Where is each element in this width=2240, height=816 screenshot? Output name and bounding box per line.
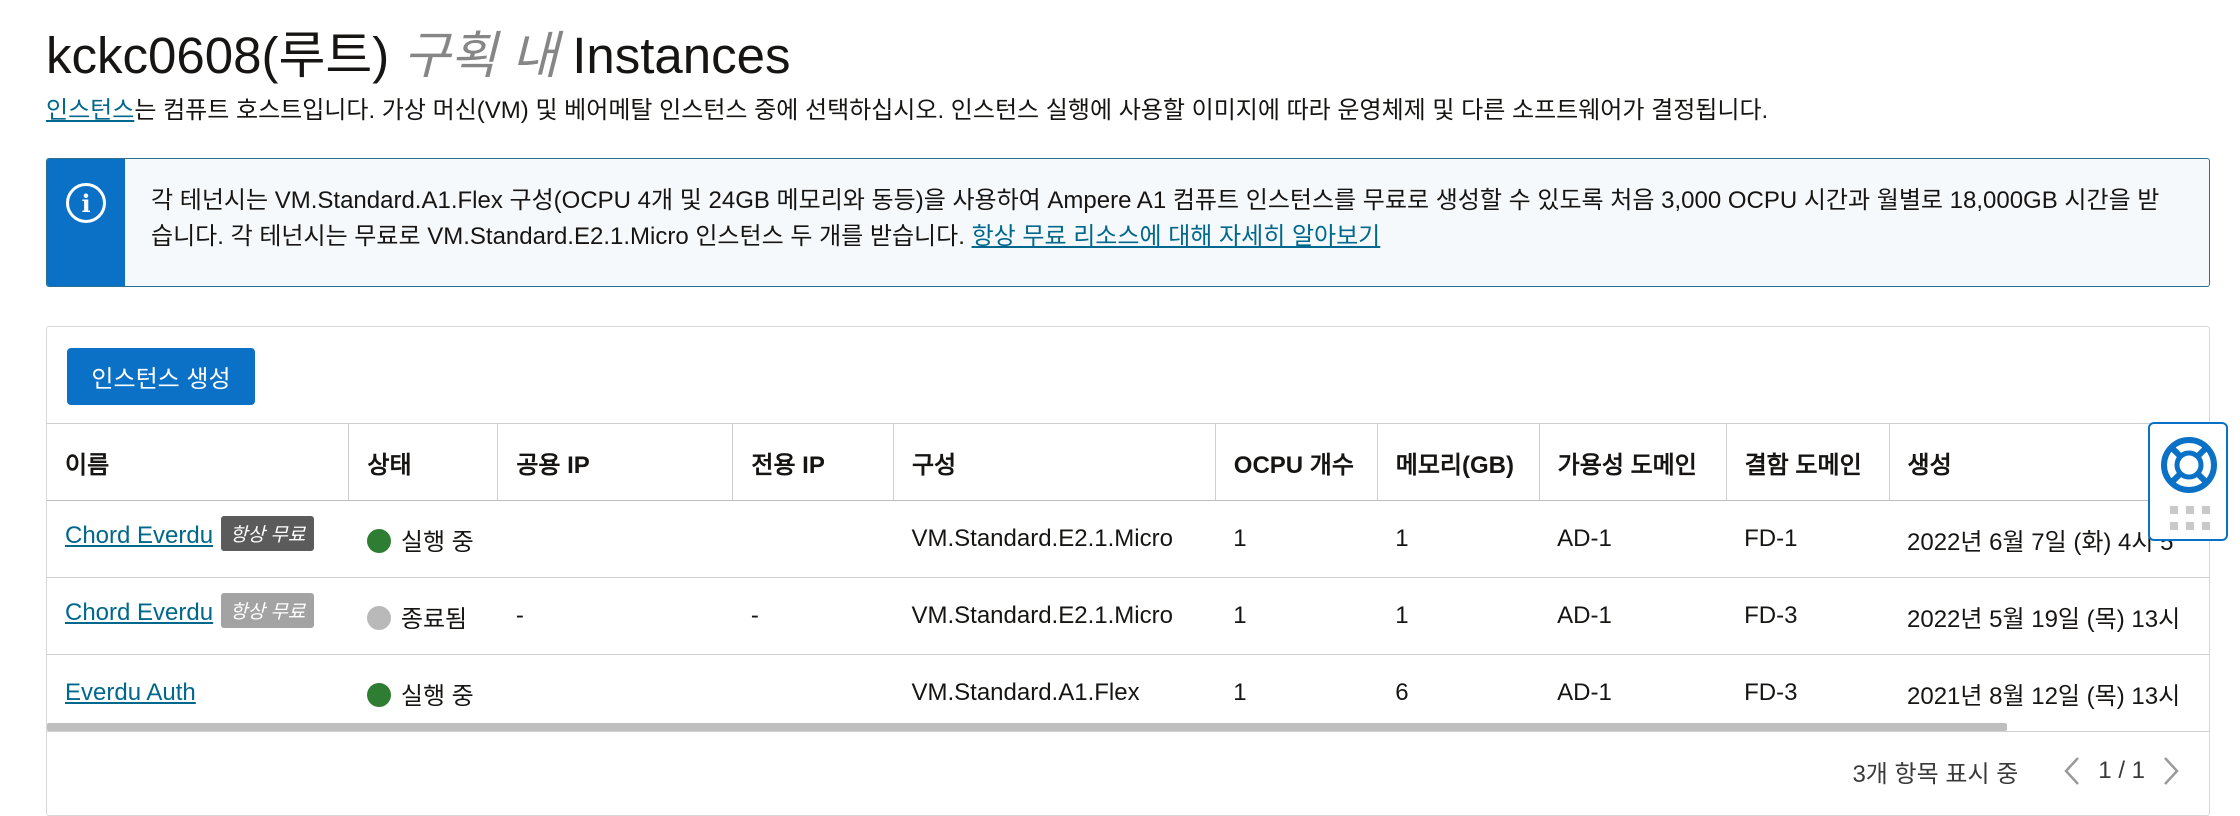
always-free-badge: 항상 무료: [221, 592, 315, 628]
fault-domain-cell: FD-1: [1726, 500, 1889, 578]
shape-cell: VM.Standard.E2.1.Micro: [893, 577, 1216, 655]
instance-state: 실행 중: [400, 528, 474, 556]
instance-state-cell: 실행 중: [348, 500, 498, 578]
created-cell: 2021년 8월 12일 (목) 13시: [1889, 654, 2209, 732]
ocpu-cell: 1: [1215, 500, 1378, 578]
running-status-icon: [366, 683, 391, 708]
instance-state: 종료됨: [400, 605, 468, 633]
always-free-badge: 항상 무료: [221, 515, 315, 551]
chevron-left-icon: [2064, 757, 2080, 785]
column-header-availability-domain[interactable]: 가용성 도메인: [1539, 423, 1727, 501]
instance-state: 실행 중: [400, 682, 474, 710]
resource-title: Instances: [572, 27, 791, 84]
next-page-button[interactable]: [2151, 751, 2191, 791]
public-ip-cell: -: [497, 577, 733, 655]
table-row: Chord Everdu 항상 무료 종료됨 - - VM.Standard.E2…: [47, 577, 2209, 655]
private-ip-cell: -: [732, 577, 894, 655]
fault-domain-cell: FD-3: [1726, 577, 1889, 655]
instance-state-cell: 종료됨: [348, 577, 498, 655]
memory-cell: 1: [1377, 577, 1540, 655]
instances-panel: 인스턴스 생성 이름 상태 공용 IP 전용 IP 구성 OCPU 개수 메모리…: [46, 326, 2210, 816]
private-ip-cell: [732, 500, 894, 578]
column-header-private-ip[interactable]: 전용 IP: [732, 423, 894, 501]
terminated-status-icon: [366, 606, 391, 631]
instance-name-link[interactable]: Chord Everdu: [65, 522, 213, 549]
help-widget[interactable]: [2148, 422, 2228, 541]
in-compartment-label: 구획 내: [403, 27, 559, 84]
instance-state-cell: 실행 중: [348, 654, 498, 732]
chevron-right-icon: [2164, 757, 2179, 785]
column-header-memory[interactable]: 메모리(GB): [1377, 423, 1540, 501]
instance-name-link[interactable]: Everdu Auth: [65, 679, 196, 706]
lifebuoy-icon: [2161, 437, 2217, 493]
always-free-learn-more-link[interactable]: 항상 무료 리소스에 대해 자세히 알아보기: [972, 223, 1381, 250]
shape-cell: VM.Standard.A1.Flex: [893, 654, 1216, 732]
ocpu-cell: 1: [1215, 654, 1378, 732]
page-description: 인스턴스는 컴퓨트 호스트입니다. 가상 머신(VM) 및 베어메탈 인스턴스 …: [46, 90, 1768, 125]
column-header-state[interactable]: 상태: [348, 423, 499, 501]
instance-name-cell: Everdu Auth: [47, 654, 349, 732]
always-free-info-banner: i 각 테넌시는 VM.Standard.A1.Flex 구성(OCPU 4개 …: [46, 158, 2210, 287]
table-pagination: 3개 항목 표시 중 1 / 1: [1852, 751, 2191, 791]
horizontal-scrollbar[interactable]: [47, 723, 2007, 731]
memory-cell: 1: [1377, 500, 1540, 578]
column-header-shape[interactable]: 구성: [893, 423, 1216, 501]
public-ip-cell: [497, 654, 733, 732]
fault-domain-cell: FD-3: [1726, 654, 1889, 732]
description-text: 는 컴퓨트 호스트입니다. 가상 머신(VM) 및 베어메탈 인스턴스 중에 선…: [134, 97, 1769, 124]
shape-cell: VM.Standard.E2.1.Micro: [893, 500, 1216, 578]
table-row: Everdu Auth 실행 중 VM.Standard.A1.Flex 1 6…: [47, 654, 2209, 732]
create-instance-button[interactable]: 인스턴스 생성: [67, 348, 255, 405]
instance-name-link[interactable]: Chord Everdu: [65, 599, 213, 626]
running-status-icon: [366, 529, 391, 554]
column-header-public-ip[interactable]: 공용 IP: [497, 423, 734, 501]
public-ip-cell: [497, 500, 733, 578]
instances-table: 이름 상태 공용 IP 전용 IP 구성 OCPU 개수 메모리(GB) 가용성…: [47, 423, 2209, 732]
created-cell: 2022년 5월 19일 (목) 13시: [1889, 577, 2209, 655]
info-banner-bar: i: [47, 159, 125, 286]
private-ip-cell: [732, 654, 894, 732]
info-banner-text: 각 테넌시는 VM.Standard.A1.Flex 구성(OCPU 4개 및 …: [151, 183, 2181, 255]
instance-name-cell: Chord Everdu 항상 무료: [47, 577, 349, 655]
page-indicator: 1 / 1: [2098, 757, 2145, 784]
instances-doc-link[interactable]: 인스턴스: [46, 97, 134, 124]
availability-domain-cell: AD-1: [1539, 577, 1727, 655]
previous-page-button[interactable]: [2052, 751, 2092, 791]
ocpu-cell: 1: [1215, 577, 1378, 655]
instance-name-cell: Chord Everdu 항상 무료: [47, 500, 349, 578]
info-icon: i: [66, 183, 106, 223]
table-header-row: 이름 상태 공용 IP 전용 IP 구성 OCPU 개수 메모리(GB) 가용성…: [47, 423, 2209, 501]
item-count-label: 3개 항목 표시 중: [1852, 760, 2019, 788]
compartment-name: kckc0608(루트): [46, 27, 390, 84]
column-header-name[interactable]: 이름: [47, 423, 350, 501]
column-header-fault-domain[interactable]: 결함 도메인: [1726, 423, 1890, 501]
table-row: Chord Everdu 항상 무료 실행 중 VM.Standard.E2.1.…: [47, 500, 2209, 578]
drag-handle-icon[interactable]: [2170, 506, 2210, 532]
column-header-ocpu-count[interactable]: OCPU 개수: [1215, 423, 1378, 501]
page-title: kckc0608(루트) 구획 내 Instances: [46, 14, 791, 84]
availability-domain-cell: AD-1: [1539, 654, 1727, 732]
memory-cell: 6: [1377, 654, 1540, 732]
availability-domain-cell: AD-1: [1539, 500, 1727, 578]
